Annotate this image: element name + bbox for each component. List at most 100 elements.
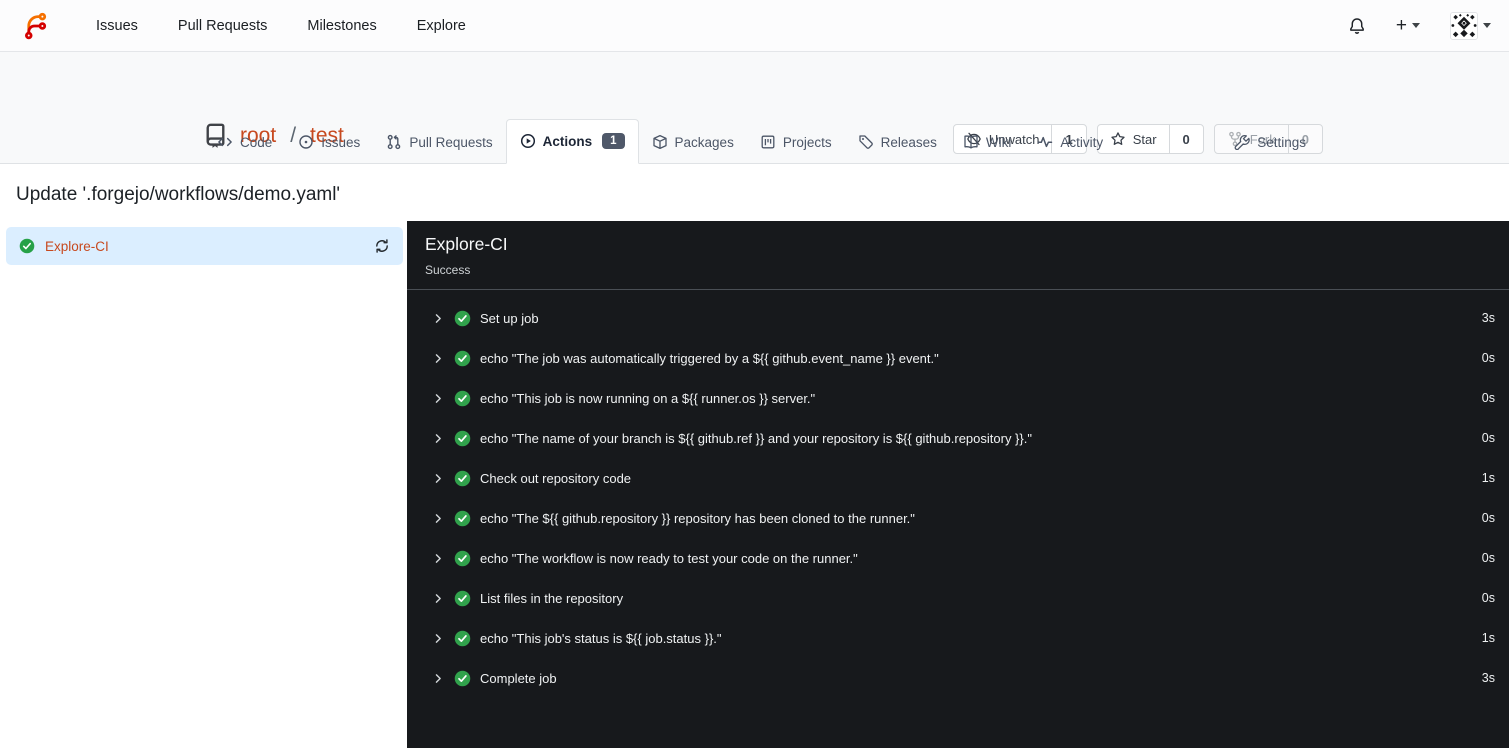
top-navbar: Issues Pull Requests Milestones Explore … <box>0 0 1509 52</box>
step-row[interactable]: echo "This job is now running on a ${{ r… <box>407 378 1509 418</box>
tab-pull-requests[interactable]: Pull Requests <box>373 121 505 164</box>
tab-label: Packages <box>674 134 734 150</box>
tab-label: Activity <box>1060 134 1104 150</box>
chevron-right-icon[interactable] <box>432 472 445 485</box>
tab-label: Code <box>240 134 273 150</box>
job-name-label: Explore-CI <box>45 238 109 254</box>
step-row[interactable]: List files in the repository 0s <box>407 578 1509 618</box>
step-duration: 0s <box>1481 351 1495 365</box>
check-circle-icon <box>454 430 471 446</box>
step-duration: 0s <box>1481 591 1495 605</box>
run-body: Explore-CI Explore-CI Success Set up job… <box>0 221 1509 748</box>
check-circle-icon <box>454 630 471 646</box>
main-nav: Issues Pull Requests Milestones Explore <box>76 18 486 34</box>
wrench-icon <box>1234 134 1250 150</box>
nav-pull-requests[interactable]: Pull Requests <box>158 18 287 34</box>
check-circle-icon <box>454 350 471 366</box>
check-circle-icon <box>454 390 471 406</box>
user-menu[interactable] <box>1450 11 1491 40</box>
step-row[interactable]: echo "The ${{ github.repository }} repos… <box>407 498 1509 538</box>
check-circle-icon <box>454 670 471 686</box>
check-circle-icon <box>454 510 471 526</box>
tab-wiki[interactable]: Wiki <box>950 121 1025 164</box>
job-status: Success <box>425 263 471 277</box>
nav-milestones[interactable]: Milestones <box>287 18 396 34</box>
step-duration: 0s <box>1481 431 1495 445</box>
tab-code[interactable]: Code <box>204 121 285 164</box>
check-circle-icon <box>454 470 471 486</box>
tab-settings[interactable]: Settings <box>1221 121 1319 164</box>
tab-actions[interactable]: Actions 1 <box>505 119 639 164</box>
step-duration: 0s <box>1481 551 1495 565</box>
check-circle-icon <box>454 310 471 326</box>
notifications-bell-icon[interactable] <box>1348 17 1366 35</box>
step-name: echo "The workflow is now ready to test … <box>480 550 858 566</box>
step-row[interactable]: Check out repository code 1s <box>407 458 1509 498</box>
step-name: echo "The ${{ github.repository }} repos… <box>480 510 915 526</box>
play-circle-icon <box>520 133 535 149</box>
page-title: Update '.forgejo/workflows/demo.yaml' <box>16 184 341 205</box>
steps-list: Set up job 3s echo "The job was automatica… <box>407 290 1509 698</box>
step-duration: 3s <box>1481 311 1495 325</box>
jobs-sidebar: Explore-CI <box>0 221 407 748</box>
code-icon <box>218 137 232 147</box>
navbar-right: + <box>1348 11 1491 40</box>
tab-label: Issues <box>321 134 361 150</box>
nav-explore[interactable]: Explore <box>397 18 486 34</box>
chevron-right-icon[interactable] <box>432 592 445 605</box>
tab-packages[interactable]: Packages <box>639 121 747 164</box>
pulse-icon <box>1038 136 1053 148</box>
repo-header: root / test Unwatch 1 Star 0 Fork 0 Code… <box>0 52 1509 164</box>
step-name: Complete job <box>480 670 557 686</box>
tab-label: Releases <box>880 134 937 150</box>
avatar <box>1450 11 1478 40</box>
issue-opened-icon <box>299 135 313 149</box>
job-log-panel: Explore-CI Success Set up job 3s echo "The… <box>407 221 1509 748</box>
nav-issues[interactable]: Issues <box>76 18 158 34</box>
tab-issues[interactable]: Issues <box>285 121 373 164</box>
chevron-right-icon[interactable] <box>432 432 445 445</box>
tab-projects[interactable]: Projects <box>747 121 845 164</box>
actions-count-badge: 1 <box>602 133 625 149</box>
chevron-right-icon[interactable] <box>432 632 445 645</box>
check-circle-icon <box>454 550 471 566</box>
tag-icon <box>858 135 873 149</box>
repo-tab-bar: Code Issues Pull Requests Actions 1 Pack… <box>204 119 1509 164</box>
step-row[interactable]: Set up job 3s <box>407 298 1509 338</box>
step-row[interactable]: echo "The job was automatically triggere… <box>407 338 1509 378</box>
chevron-right-icon[interactable] <box>432 552 445 565</box>
sidebar-job-explore-ci[interactable]: Explore-CI <box>6 227 403 265</box>
tab-label: Wiki <box>985 134 1012 150</box>
project-board-icon <box>761 135 775 149</box>
step-row[interactable]: echo "The name of your branch is ${{ git… <box>407 418 1509 458</box>
step-duration: 0s <box>1481 391 1495 405</box>
tab-label: Projects <box>782 134 832 150</box>
step-row[interactable]: echo "This job's status is ${{ job.statu… <box>407 618 1509 658</box>
chevron-right-icon[interactable] <box>432 392 445 405</box>
step-name: Set up job <box>480 310 539 326</box>
chevron-right-icon[interactable] <box>432 672 445 685</box>
check-circle-icon <box>454 590 471 606</box>
job-title: Explore-CI <box>425 234 508 254</box>
tab-label: Pull Requests <box>409 134 493 150</box>
step-name: echo "This job's status is ${{ job.statu… <box>480 630 722 646</box>
step-name: echo "The name of your branch is ${{ git… <box>480 430 1032 446</box>
package-icon <box>652 134 667 150</box>
git-pull-request-icon <box>388 134 401 150</box>
create-new-button[interactable]: + <box>1396 16 1420 35</box>
tab-releases[interactable]: Releases <box>845 121 950 164</box>
step-row[interactable]: echo "The workflow is now ready to test … <box>407 538 1509 578</box>
step-duration: 1s <box>1481 631 1495 645</box>
plus-icon: + <box>1395 15 1407 36</box>
chevron-right-icon[interactable] <box>432 312 445 325</box>
step-name: List files in the repository <box>480 590 624 606</box>
tab-label: Settings <box>1257 134 1306 150</box>
chevron-right-icon[interactable] <box>432 512 445 525</box>
forgejo-logo-icon[interactable] <box>20 11 50 41</box>
tab-activity[interactable]: Activity <box>1024 121 1116 164</box>
step-duration: 3s <box>1481 671 1495 685</box>
chevron-right-icon[interactable] <box>432 352 445 365</box>
step-row[interactable]: Complete job 3s <box>407 658 1509 698</box>
refresh-icon[interactable] <box>374 238 390 254</box>
book-open-icon <box>964 135 978 149</box>
